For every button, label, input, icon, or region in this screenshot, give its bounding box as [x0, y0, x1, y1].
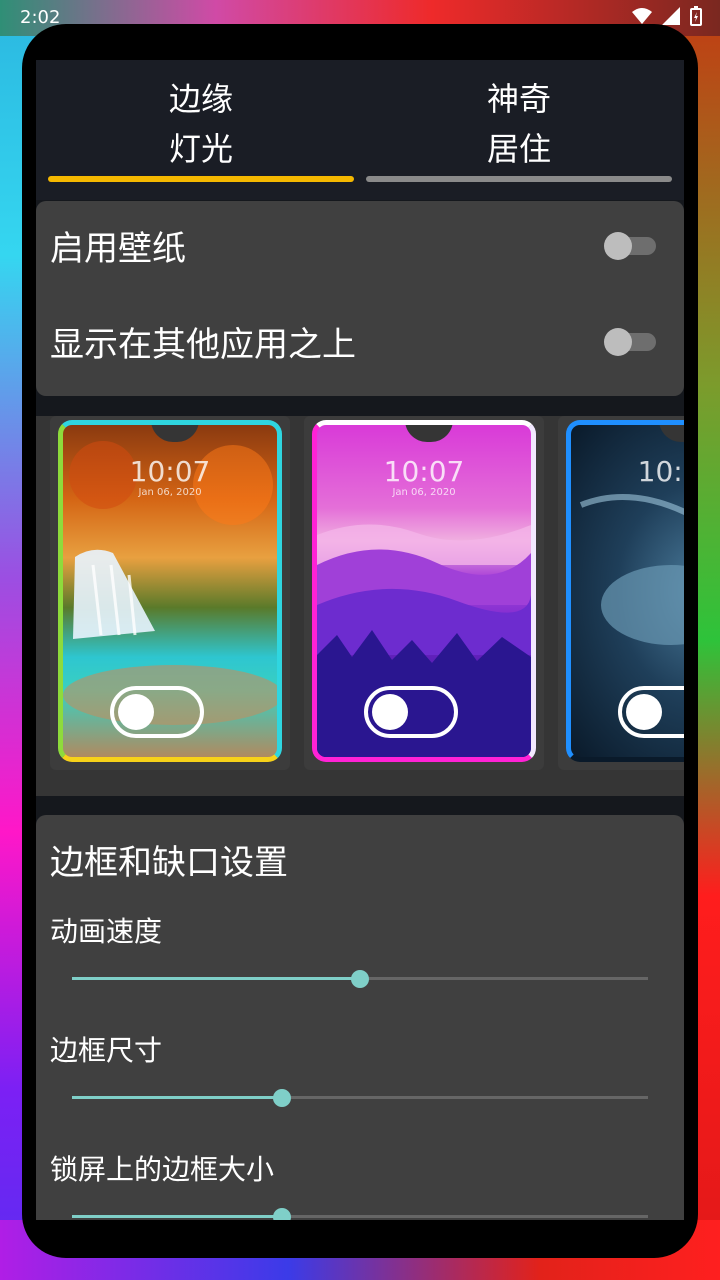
tab-magic-live-line2: 居住	[486, 130, 551, 168]
wallpaper-toggle-whale[interactable]	[618, 686, 684, 738]
show-over-apps-row: 显示在其他应用之上	[36, 305, 684, 375]
wallpaper-carousel[interactable]: 10:07 Jan 06, 2020 10:07 Jan 06, 2020 10…	[36, 416, 684, 796]
border-notch-settings-card: 边框和缺口设置 动画速度 边框尺寸 锁屏上的边框大小	[36, 815, 684, 1220]
wallpaper-card[interactable]: 10:07	[558, 416, 684, 770]
border-size-label: 边框尺寸	[50, 1034, 163, 1067]
status-icons	[632, 6, 702, 26]
lockscreen-border-size-label: 锁屏上的边框大小	[50, 1153, 275, 1186]
tab-edge-light-line2: 灯光	[168, 130, 233, 168]
enable-wallpaper-switch[interactable]	[604, 232, 656, 260]
enable-wallpaper-label: 启用壁纸	[50, 229, 186, 269]
toggle-knob	[118, 694, 154, 730]
tab-magic-live[interactable]: 神奇 居住	[366, 74, 672, 174]
app-screen: 边缘 灯光 神奇 居住 启用壁纸 显示在其他应用之上 10:07 Jan 06,…	[36, 60, 684, 1220]
tab-magic-live-line1: 神奇	[486, 80, 551, 118]
wallpaper-toggle-mountains[interactable]	[364, 686, 458, 738]
lockscreen-border-size-slider[interactable]	[72, 1205, 648, 1220]
tab-edge-light-line1: 边缘	[168, 80, 233, 118]
slider-thumb[interactable]	[273, 1089, 291, 1107]
toggle-knob	[626, 694, 662, 730]
tab-indicator-active	[48, 176, 354, 182]
tab-bar: 边缘 灯光 神奇 居住	[36, 60, 684, 200]
slider-thumb[interactable]	[351, 970, 369, 988]
signal-icon	[662, 7, 680, 25]
battery-icon	[690, 6, 702, 26]
wallpaper-date: Jan 06, 2020	[392, 487, 456, 498]
wallpaper-card[interactable]: 10:07 Jan 06, 2020	[50, 416, 290, 770]
show-over-apps-switch[interactable]	[604, 328, 656, 356]
slider-fill	[72, 977, 360, 980]
slider-fill	[72, 1096, 282, 1099]
wifi-icon	[632, 8, 652, 24]
wallpaper-toggle-waterfall[interactable]	[110, 686, 204, 738]
tab-edge-light[interactable]: 边缘 灯光	[48, 74, 354, 174]
toggle-knob	[372, 694, 408, 730]
wallpaper-time: 10:07	[637, 455, 684, 488]
border-size-slider[interactable]	[72, 1086, 648, 1110]
animation-speed-slider[interactable]	[72, 967, 648, 991]
switch-knob	[604, 328, 632, 356]
animation-speed-label: 动画速度	[50, 915, 163, 948]
switch-knob	[604, 232, 632, 260]
show-over-apps-label: 显示在其他应用之上	[50, 325, 356, 365]
wallpaper-date: Jan 06, 2020	[138, 487, 202, 498]
slider-fill	[72, 1215, 282, 1218]
enable-wallpaper-row: 启用壁纸	[36, 209, 684, 279]
wallpaper-time: 10:07	[129, 455, 211, 488]
slider-thumb[interactable]	[273, 1208, 291, 1220]
wallpaper-settings-card: 启用壁纸 显示在其他应用之上	[36, 201, 684, 396]
tab-indicator-inactive	[366, 176, 672, 182]
section-title: 边框和缺口设置	[50, 843, 288, 883]
wallpaper-time: 10:07	[383, 455, 465, 488]
wallpaper-card[interactable]: 10:07 Jan 06, 2020	[304, 416, 544, 770]
